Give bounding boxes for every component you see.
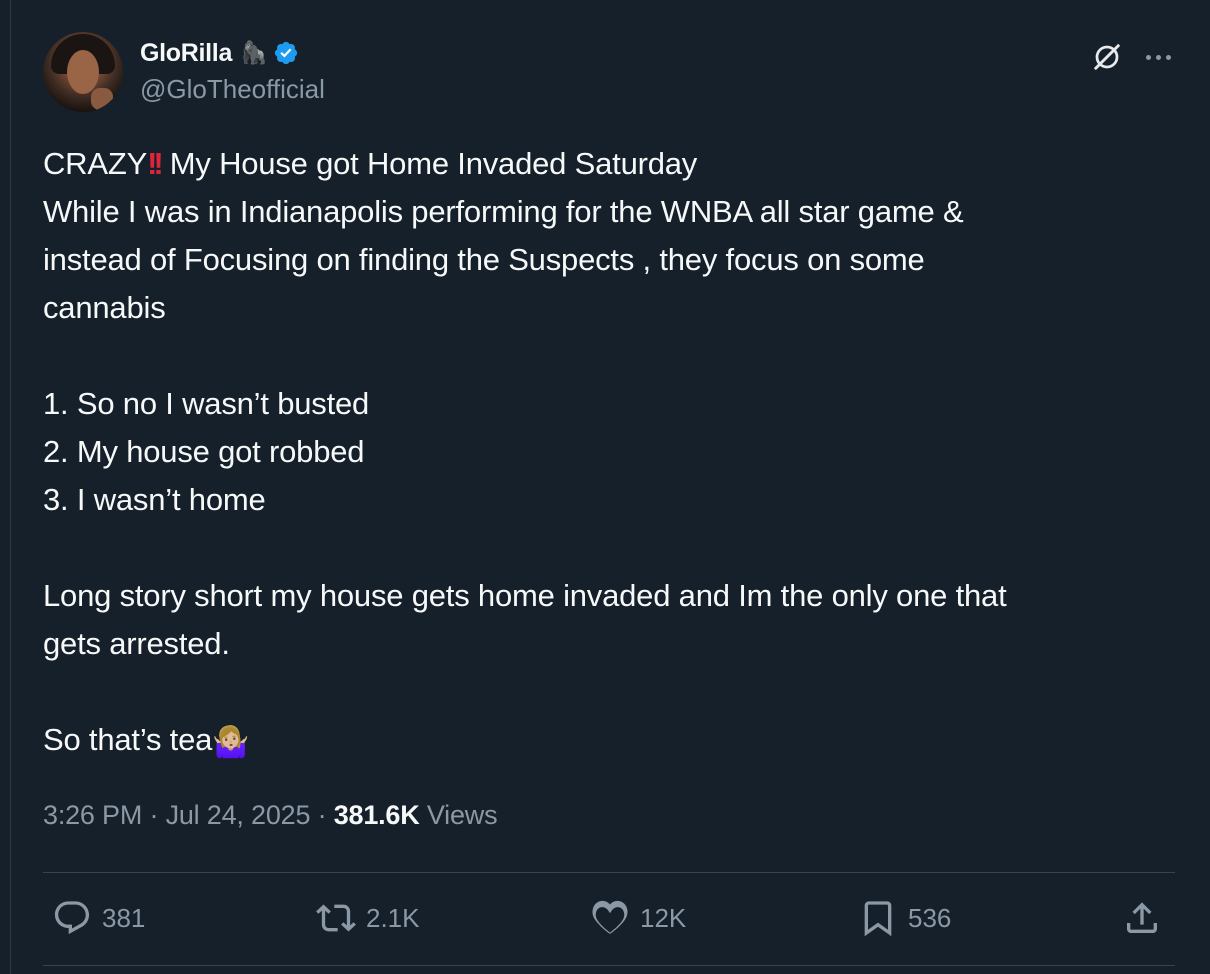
tweet-line: Long story short my house gets home inva…	[43, 578, 1007, 613]
bookmark-icon	[864, 901, 892, 937]
divider	[43, 965, 1175, 966]
share-icon	[1127, 902, 1157, 933]
list-item: 1. So no I wasn’t busted	[43, 386, 370, 421]
bookmark-button[interactable]: 536	[858, 898, 951, 938]
retweet-count: 2.1K	[366, 902, 420, 933]
tweet-text: CRAZY!! My House got Home Invaded Saturda…	[43, 140, 1163, 767]
verified-icon[interactable]	[273, 40, 299, 66]
like-count: 12K	[640, 902, 687, 933]
tweet-top-actions	[1092, 42, 1180, 72]
tweet-line: instead of Focusing on finding the Suspe…	[43, 242, 925, 277]
retweet-button[interactable]: 2.1K	[316, 898, 420, 938]
list-item: 2. My house got robbed	[43, 434, 365, 469]
reply-icon	[54, 901, 90, 935]
shrug-emoji: 🤷🏼‍♀️	[212, 726, 250, 759]
name-row: GloRilla 🦍	[140, 38, 325, 68]
views-count: 381.6K	[333, 800, 420, 830]
retweet-icon	[316, 904, 356, 932]
gorilla-emoji: 🦍	[240, 40, 268, 65]
views-label: Views	[419, 800, 498, 830]
reply-button[interactable]: 381	[52, 898, 145, 938]
display-name[interactable]: GloRilla	[140, 39, 232, 68]
tweet-line: CRAZY!! My House got Home Invaded Saturda…	[43, 146, 698, 181]
tweet-time[interactable]: 3:26 PM	[43, 800, 142, 830]
user-info: GloRilla 🦍 @GloTheofficial	[140, 38, 325, 105]
avatar[interactable]	[43, 32, 123, 112]
bookmark-count: 536	[908, 902, 952, 933]
tweet-meta: 3:26 PM · Jul 24, 2025 · 381.6K Views	[43, 800, 498, 830]
like-button[interactable]: 12K	[590, 898, 686, 938]
share-button[interactable]	[1122, 898, 1162, 938]
like-icon	[592, 900, 628, 934]
divider	[43, 872, 1175, 873]
timeline-rule	[10, 0, 11, 974]
tweet-date[interactable]: Jul 24, 2025	[166, 800, 311, 830]
tweet-header: GloRilla 🦍 @GloTheofficial	[43, 32, 1180, 112]
tweet-actions: 381 2.1K 12K 536	[52, 898, 1162, 944]
tweet-line: While I was in Indianapolis performing f…	[43, 194, 964, 229]
grok-icon[interactable]	[1092, 42, 1122, 72]
list-item: 3. I wasn’t home	[43, 482, 266, 517]
tweet-line: cannabis	[43, 290, 166, 325]
tweet-line: gets arrested.	[43, 626, 230, 661]
tweet-line: So that’s tea🤷🏼‍♀️	[43, 716, 1163, 767]
user-handle[interactable]: @GloTheofficial	[140, 74, 325, 105]
reply-count: 381	[102, 902, 146, 933]
double-exclamation-emoji: !!	[147, 146, 164, 181]
more-icon[interactable]	[1146, 52, 1180, 62]
